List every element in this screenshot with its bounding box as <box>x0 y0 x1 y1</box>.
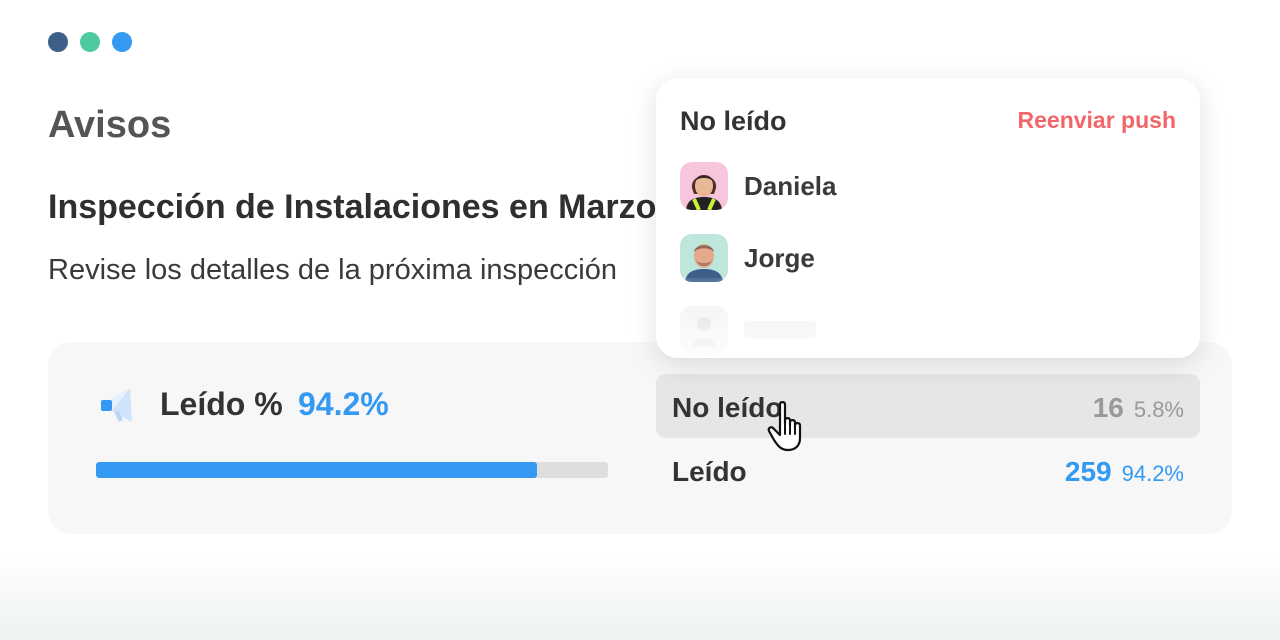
megaphone-icon <box>101 388 132 422</box>
user-item[interactable]: Daniela <box>680 162 837 210</box>
window-dot-2[interactable] <box>80 32 100 52</box>
read-percent-label: Leído % <box>160 386 283 422</box>
unread-count: 16 <box>1092 392 1124 423</box>
read-row-label: Leído <box>672 456 747 487</box>
read-progress-bar <box>96 462 608 478</box>
read-percent: 94.2% <box>1121 461 1184 486</box>
unread-popover: No leído Reenviar push Daniela Jorge <box>656 78 1200 358</box>
popover-title: No leído <box>680 106 787 136</box>
hand-pointer-cursor-icon <box>767 401 802 452</box>
user-item[interactable]: Jorge <box>680 234 815 282</box>
read-row[interactable]: Leído 259 94.2% <box>656 438 1200 502</box>
window-dot-3[interactable] <box>112 32 132 52</box>
resend-push-button[interactable]: Reenviar push <box>1018 107 1177 134</box>
avatar <box>680 234 728 282</box>
read-percent-value: 94.2% <box>298 386 389 422</box>
unread-row[interactable]: No leído 16 5.8% <box>656 374 1200 438</box>
page-title: Avisos <box>48 104 172 146</box>
list-fade <box>656 278 1200 358</box>
user-name: Daniela <box>744 170 837 201</box>
window-controls <box>48 32 132 52</box>
read-count: 259 <box>1064 456 1112 487</box>
notice-description: Revise los detalles de la próxima inspec… <box>48 254 618 286</box>
unread-percent: 5.8% <box>1133 397 1184 422</box>
notice-title: Inspección de Instalaciones en Marzo <box>48 188 657 226</box>
read-progress-fill <box>96 462 538 478</box>
window-dot-1[interactable] <box>48 32 68 52</box>
user-name: Jorge <box>744 242 815 273</box>
avatar <box>680 162 728 210</box>
